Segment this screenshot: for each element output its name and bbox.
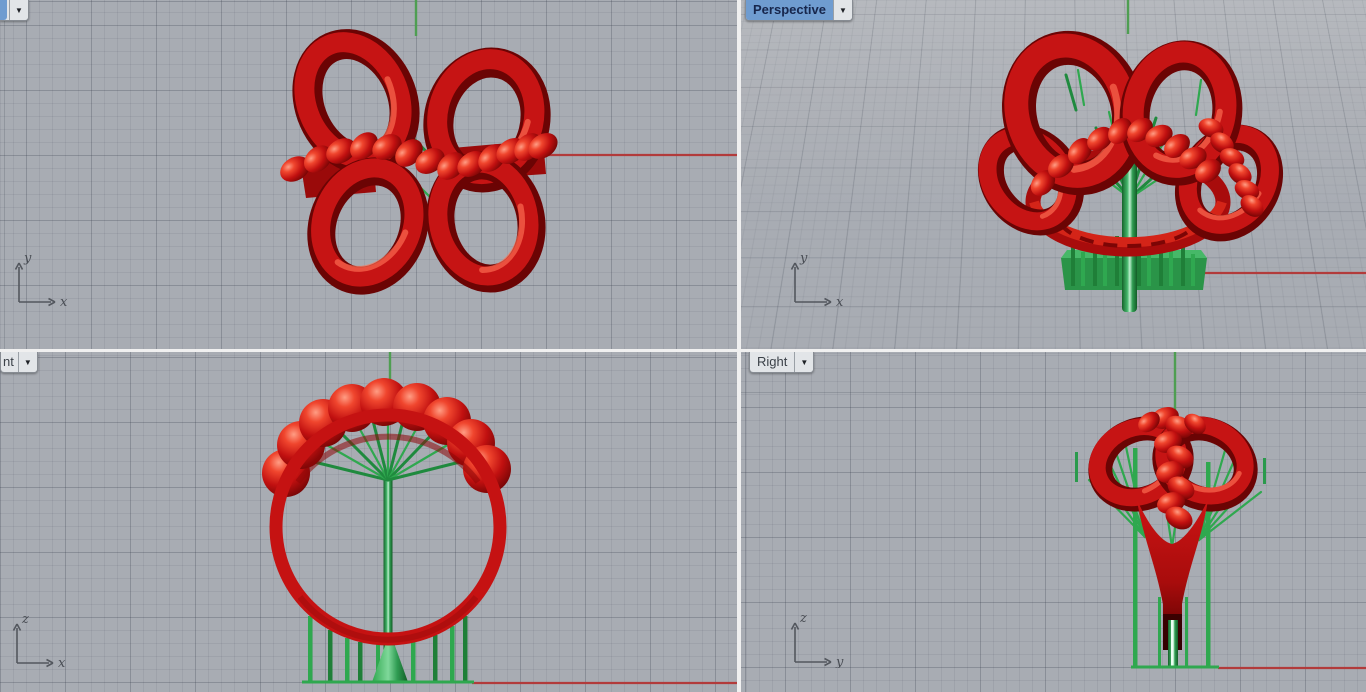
support-nub-right — [1263, 458, 1266, 484]
ring-object-right[interactable] — [1084, 403, 1259, 650]
support-nub-left — [1075, 452, 1078, 482]
viewport-menu-arrow-icon[interactable]: ▼ — [833, 0, 852, 20]
model-right-view[interactable] — [741, 352, 1366, 692]
twisted-rope-center — [1134, 403, 1210, 534]
model-top-view[interactable] — [0, 0, 737, 349]
viewport-right[interactable]: Right ▼ z y — [741, 352, 1366, 692]
viewport-label[interactable]: Right — [750, 352, 794, 372]
viewport-label[interactable]: Perspective — [746, 0, 833, 20]
viewport-top[interactable]: ▼ y x — [0, 0, 737, 349]
viewport-grid: ▼ y x — [0, 0, 1366, 692]
model-perspective-view[interactable] — [741, 0, 1366, 349]
viewport-label-fragment — [0, 0, 7, 20]
viewport-title-right[interactable]: Right ▼ — [749, 352, 814, 373]
viewport-title-perspective[interactable]: Perspective ▼ — [745, 0, 853, 21]
viewport-perspective[interactable]: Perspective ▼ y x — [741, 0, 1366, 349]
viewport-title-front[interactable]: nt ▼ — [0, 352, 38, 373]
viewport-menu-arrow-icon[interactable]: ▼ — [9, 0, 28, 20]
model-front-view[interactable] — [0, 352, 737, 692]
viewport-title-top[interactable]: ▼ — [0, 0, 29, 21]
viewport-label[interactable]: nt — [1, 352, 18, 372]
viewport-front[interactable]: nt ▼ z x — [0, 352, 737, 692]
viewport-menu-arrow-icon[interactable]: ▼ — [794, 352, 813, 372]
ring-object-top[interactable] — [276, 23, 563, 295]
viewport-menu-arrow-icon[interactable]: ▼ — [18, 352, 37, 372]
